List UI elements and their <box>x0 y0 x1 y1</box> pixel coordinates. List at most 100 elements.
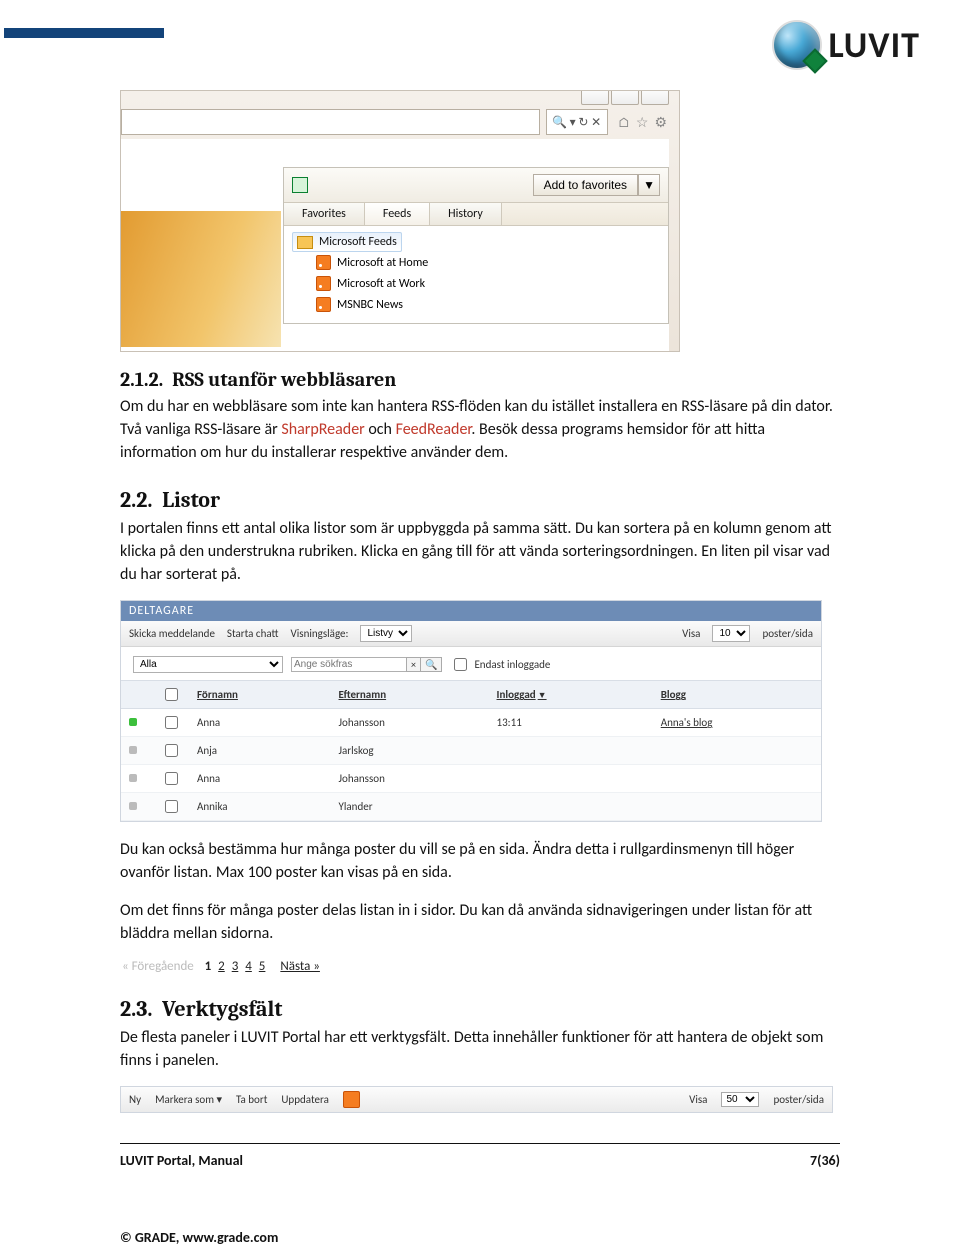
pin-icon[interactable] <box>292 177 308 193</box>
logo-text: LUVIT <box>828 23 920 67</box>
footer-copyright: © GRADE, www.grade.com <box>120 1229 960 1246</box>
table-row[interactable]: AnjaJarlskog <box>121 737 821 765</box>
table-row[interactable]: AnnaJohansson13:11Anna's blog <box>121 709 821 737</box>
start-chat-link[interactable]: Starta chatt <box>227 627 279 640</box>
toolbar-mark-as[interactable]: Markera som ▾ <box>155 1093 222 1106</box>
link-feedreader[interactable]: FeedReader <box>396 420 472 439</box>
panel-title: DELTAGARE <box>121 601 821 621</box>
rss-icon[interactable] <box>343 1091 360 1108</box>
address-bar[interactable] <box>121 109 540 135</box>
add-to-favorites-dropdown[interactable]: ▼ <box>638 174 660 196</box>
rss-icon <box>316 255 331 270</box>
per-page-suffix: poster/sida <box>762 627 813 640</box>
add-to-favorites-button[interactable]: Add to favorites <box>533 174 638 196</box>
feed-item[interactable]: Microsoft at Work <box>292 273 660 294</box>
toolbar-refresh[interactable]: Uppdatera <box>281 1093 328 1106</box>
row-checkbox[interactable] <box>165 800 178 813</box>
cell-blog <box>653 793 821 821</box>
per-page-select[interactable]: 10 <box>712 625 750 642</box>
refresh-icon[interactable]: ↻ <box>578 115 588 130</box>
search-input[interactable] <box>291 657 407 672</box>
row-checkbox[interactable] <box>165 716 178 729</box>
cell-logged-in: 13:11 <box>489 709 653 737</box>
paragraph-listor: I portalen finns ett antal olika listor … <box>120 517 840 587</box>
footer-page-number: 7(36) <box>810 1152 840 1169</box>
cell-firstname: Anna <box>189 765 331 793</box>
show-label: Visa <box>689 1093 707 1106</box>
toolbar-delete[interactable]: Ta bort <box>236 1093 267 1106</box>
clear-search-button[interactable]: × <box>406 657 421 672</box>
cell-firstname: Anja <box>189 737 331 765</box>
col-blog[interactable]: Blogg <box>653 681 821 709</box>
pager-prev: « Föregående <box>122 959 194 974</box>
footer-rule <box>120 1143 840 1144</box>
per-page-select[interactable]: 50 <box>721 1092 759 1107</box>
col-firstname[interactable]: Förnamn <box>189 681 331 709</box>
feeds-folder[interactable]: Microsoft Feeds <box>292 232 402 252</box>
status-icon <box>129 718 137 726</box>
per-page-suffix: poster/sida <box>773 1093 824 1106</box>
pager-page-4[interactable]: 4 <box>245 959 252 974</box>
pager-page-3[interactable]: 3 <box>232 959 239 974</box>
cell-lastname: Johansson <box>331 765 489 793</box>
show-label: Visa <box>682 627 700 640</box>
row-checkbox[interactable] <box>165 744 178 757</box>
gear-icon[interactable]: ⚙ <box>654 114 667 131</box>
view-mode-label: Visningsläge: <box>291 627 349 640</box>
heading-2-1-2: 2.1.2. RSS utanför webbläsaren <box>120 368 840 391</box>
cell-lastname: Ylander <box>331 793 489 821</box>
only-logged-in-checkbox[interactable]: Endast inloggade <box>450 655 550 674</box>
status-icon <box>129 802 137 810</box>
search-button[interactable]: 🔍 <box>420 657 442 672</box>
cell-firstname: Annika <box>189 793 331 821</box>
tab-history[interactable]: History <box>430 203 502 225</box>
filter-dropdown[interactable]: Alla <box>133 656 283 673</box>
send-message-link[interactable]: Skicka meddelande <box>129 627 215 640</box>
toolbar-new[interactable]: Ny <box>129 1093 141 1106</box>
cell-firstname: Anna <box>189 709 331 737</box>
col-lastname[interactable]: Efternamn <box>331 681 489 709</box>
footer-doc-title: LUVIT Portal, Manual <box>120 1152 243 1169</box>
paragraph-verktygsfalt: De flesta paneler i LUVIT Portal har ett… <box>120 1026 840 1072</box>
folder-icon <box>297 236 313 249</box>
cell-logged-in <box>489 765 653 793</box>
pager-page-1[interactable]: 1 <box>205 959 212 974</box>
cell-lastname: Johansson <box>331 709 489 737</box>
pager-next[interactable]: Nästa » <box>280 959 320 974</box>
table-row[interactable]: AnnaJohansson <box>121 765 821 793</box>
link-sharpreader[interactable]: SharpReader <box>281 420 364 439</box>
heading-2-2: 2.2. Listor <box>120 487 840 513</box>
cell-logged-in <box>489 793 653 821</box>
search-icon[interactable]: 🔍 <box>552 115 567 130</box>
heading-2-3: 2.3. Verktygsfält <box>120 996 840 1022</box>
row-checkbox[interactable] <box>165 772 178 785</box>
pager-page-2[interactable]: 2 <box>218 959 225 974</box>
page-sidebar-graphic <box>121 211 281 347</box>
tab-favorites[interactable]: Favorites <box>284 203 365 225</box>
toolbar-screenshot: Ny Markera som ▾ Ta bort Uppdatera Visa … <box>120 1086 833 1113</box>
home-icon[interactable]: ⌂ <box>618 114 630 131</box>
paragraph-rss-external: Om du har en webbläsare som inte kan han… <box>120 395 840 465</box>
status-icon <box>129 774 137 782</box>
table-row[interactable]: AnnikaYlander <box>121 793 821 821</box>
favorites-star-icon[interactable]: ☆ <box>636 114 649 131</box>
tab-feeds[interactable]: Feeds <box>365 203 430 225</box>
pager-page-5[interactable]: 5 <box>259 959 266 974</box>
rss-icon <box>316 276 331 291</box>
folder-label: Microsoft Feeds <box>319 235 397 249</box>
cell-blog <box>653 737 821 765</box>
favorites-panel: Add to favorites ▼ Favorites Feeds Histo… <box>283 167 669 324</box>
col-logged-in[interactable]: Inloggad▼ <box>489 681 653 709</box>
stop-icon[interactable]: ✕ <box>591 115 601 130</box>
cell-blog[interactable]: Anna's blog <box>653 709 821 737</box>
feed-item[interactable]: Microsoft at Home <box>292 252 660 273</box>
feed-item[interactable]: MSNBC News <box>292 294 660 315</box>
paragraph-pagination: Om det finns för många poster delas list… <box>120 899 840 945</box>
cell-logged-in <box>489 737 653 765</box>
luvit-logo: LUVIT <box>772 20 920 70</box>
panel-toolbar: Skicka meddelande Starta chatt Visningsl… <box>121 621 821 647</box>
rss-icon <box>316 297 331 312</box>
paragraph-posts-per-page: Du kan också bestämma hur många poster d… <box>120 838 840 884</box>
select-all-checkbox[interactable] <box>165 688 178 701</box>
view-mode-select[interactable]: Listvy <box>360 625 412 642</box>
